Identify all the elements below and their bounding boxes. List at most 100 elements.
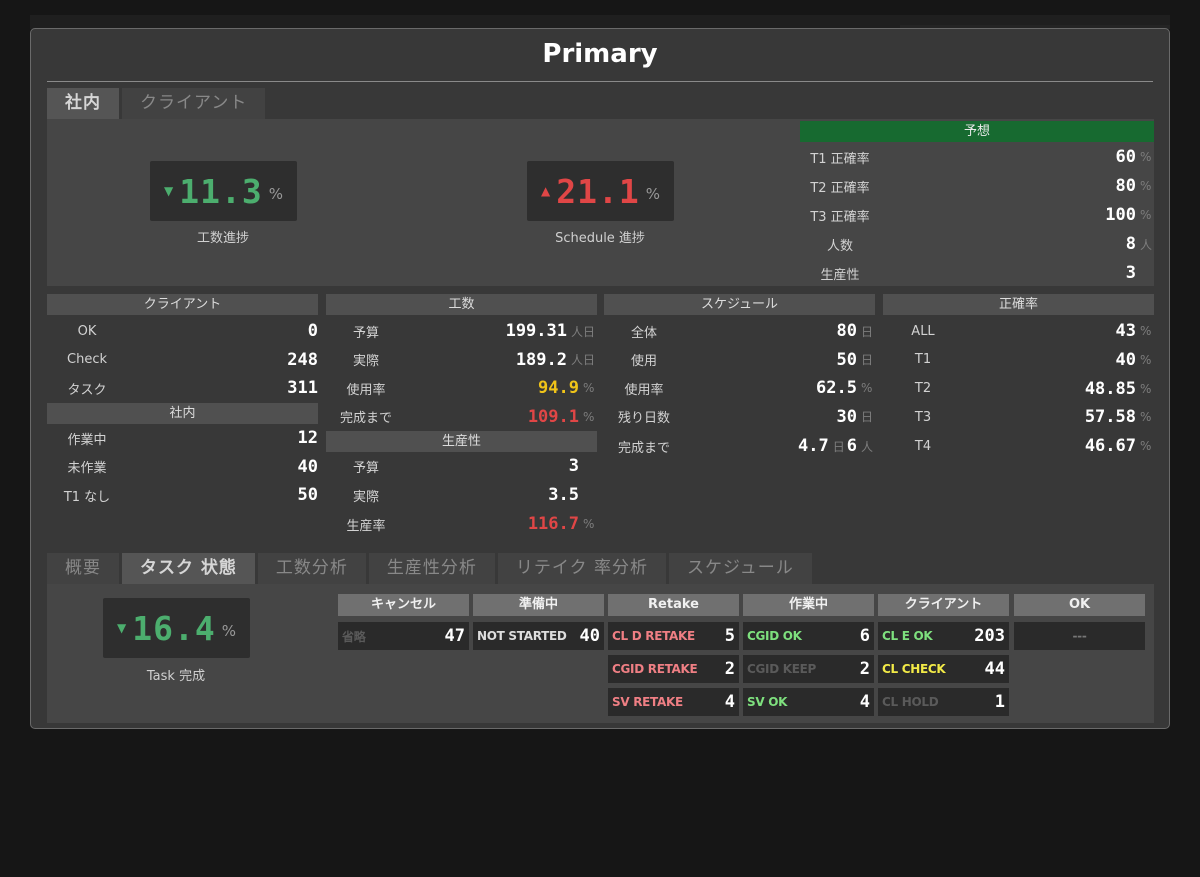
task-completion-card: ▼ 16.4 %	[103, 598, 250, 658]
tab-overview[interactable]: 概要	[47, 553, 119, 584]
status-cell[interactable]: 省略 47	[338, 622, 469, 650]
page-title: Primary	[542, 39, 658, 69]
schedule-progress-label: Schedule 進捗	[555, 231, 645, 246]
accuracy-row: T1 40%	[883, 348, 1154, 372]
internal-header: 社内	[47, 403, 318, 424]
client-row-value: 248	[287, 349, 318, 370]
schedule-completion-days: 4.7	[798, 436, 829, 457]
internal-row-label: T1 なし	[63, 489, 111, 505]
status-cell-label: SV OK	[747, 695, 788, 709]
work-progress-value: 11.3	[179, 171, 263, 211]
client-row: OK 0	[47, 319, 318, 343]
status-cell[interactable]: SV RETAKE 4	[608, 688, 739, 716]
tab-manhour-analysis[interactable]: 工数分析	[257, 553, 366, 584]
schedule-row-unit: 日	[861, 353, 874, 367]
tab-retake-analysis[interactable]: リテイク 率分析	[497, 553, 666, 584]
status-group-header: 準備中	[473, 594, 604, 616]
accuracy-row-value: 40	[1115, 349, 1136, 370]
manhours-row: 使用率 94.9%	[326, 376, 597, 400]
tab-client[interactable]: クライアント	[122, 88, 266, 119]
tab-productivity-analysis[interactable]: 生産性分析	[368, 553, 495, 584]
status-cell[interactable]: CL D RETAKE 5	[608, 622, 739, 650]
triangle-down-icon: ▼	[164, 184, 174, 198]
status-cell[interactable]: NOT STARTED 40	[473, 622, 604, 650]
forecast-row-unit: %	[1140, 208, 1152, 222]
status-cell-value: 44	[984, 659, 1005, 679]
manhours-row-unit: 人日	[571, 324, 596, 339]
manhours-row-unit: %	[583, 381, 595, 395]
status-cell-label: CGID OK	[747, 629, 802, 643]
accuracy-row-unit: %	[1140, 381, 1152, 396]
manhours-row: 完成まで 109.1%	[326, 405, 597, 429]
status-cell[interactable]: CGID OK 6	[743, 622, 874, 650]
manhours-row: 予算 199.31 人日	[326, 319, 597, 343]
status-cell-label: 省略	[342, 629, 366, 644]
status-cell-value: 1	[994, 692, 1005, 712]
forecast-row-label: T2 正確率	[810, 180, 870, 196]
forecast-row-label: 人数	[826, 238, 853, 254]
accuracy-header: 正確率	[883, 294, 1154, 315]
schedule-row: 使用率 62.5%	[604, 376, 875, 400]
accuracy-row-label: T3	[914, 409, 932, 425]
tab-internal[interactable]: 社内	[47, 88, 119, 119]
forecast-row-value: 3	[1125, 263, 1136, 283]
accuracy-row-value: 43	[1115, 321, 1136, 341]
tab-task-status[interactable]: タスク 状態	[122, 553, 255, 584]
kpi-section: ▼ 11.3 % 工数進捗 ▲ 21.1 % Schedule 進捗 予想 T1…	[47, 119, 1154, 286]
status-cell[interactable]: ---	[1014, 622, 1145, 650]
forecast-row: T1 正確率 60%	[800, 145, 1154, 169]
status-cell[interactable]: CL E OK 203	[878, 622, 1009, 650]
internal-row-label: 作業中	[67, 432, 107, 448]
bottom-tab-bar: 概要 タスク 状態 工数分析 生産性分析 リテイク 率分析 スケジュール	[47, 553, 815, 584]
status-cell[interactable]: CL CHECK 44	[878, 655, 1009, 683]
triangle-down-icon: ▼	[117, 621, 127, 635]
productivity-row-value: 3	[568, 456, 579, 476]
client-row: タスク 311	[47, 376, 318, 400]
status-cell[interactable]: CGID RETAKE 2	[608, 655, 739, 683]
internal-row-label: 未作業	[67, 461, 107, 476]
manhours-row-value: 189.2	[515, 349, 567, 370]
client-row-label: Check	[67, 352, 107, 367]
title-divider	[47, 81, 1153, 82]
productivity-header: 生産性	[326, 431, 597, 452]
schedule-row-label: 全体	[630, 325, 657, 341]
status-cell-label: CL D RETAKE	[612, 629, 695, 643]
internal-row-value: 50	[297, 485, 318, 505]
accuracy-row-unit: %	[1140, 439, 1152, 454]
forecast-header: 予想	[800, 121, 1154, 142]
productivity-row-label: 生産率	[346, 518, 386, 534]
internal-row-value: 40	[297, 456, 318, 477]
schedule-progress-card: ▲ 21.1 %	[527, 161, 674, 221]
productivity-row-unit: %	[583, 517, 595, 531]
forecast-row-unit: 人	[1140, 237, 1153, 252]
status-cell[interactable]: CGID KEEP 2	[743, 655, 874, 683]
status-cell[interactable]: CL HOLD 1	[878, 688, 1009, 716]
task-completion-label: Task 完成	[146, 669, 206, 684]
schedule-row: 残り日数 30 日	[604, 405, 875, 429]
task-completion-value: 16.4	[132, 608, 216, 648]
accuracy-row: T3 57.58%	[883, 405, 1154, 429]
manhours-row-value: 199.31	[505, 321, 567, 341]
client-header: クライアント	[47, 294, 318, 315]
schedule-row-value: 50	[836, 349, 857, 370]
schedule-progress-unit: %	[645, 185, 660, 203]
forecast-row-value: 8	[1125, 234, 1136, 254]
accuracy-row-value: 46.67	[1084, 436, 1136, 457]
tab-schedule[interactable]: スケジュール	[669, 553, 812, 584]
schedule-row: 全体 80 日	[604, 319, 875, 343]
accuracy-row: T2 48.85%	[883, 377, 1154, 401]
forecast-row: 人数 8 人	[800, 232, 1154, 256]
accuracy-row: T4 46.67%	[883, 434, 1154, 458]
client-row-value: 0	[307, 321, 318, 341]
task-status-section: ▼ 16.4 % Task 完成 キャンセル 省略 47 準備中 NOT STARTED…	[47, 584, 1154, 723]
accuracy-row-value: 48.85	[1084, 378, 1136, 399]
status-cell[interactable]: SV OK 4	[743, 688, 874, 716]
manhours-row-label: 予算	[352, 325, 379, 341]
manhours-row-label: 使用率	[346, 382, 386, 398]
status-cell-value: 6	[859, 626, 870, 646]
accuracy-row-unit: %	[1140, 324, 1152, 338]
forecast-row-unit: %	[1140, 150, 1152, 164]
client-row: Check 248	[47, 348, 318, 372]
forecast-row-unit: %	[1140, 179, 1152, 193]
forecast-row: T3 正確率 100%	[800, 203, 1154, 227]
